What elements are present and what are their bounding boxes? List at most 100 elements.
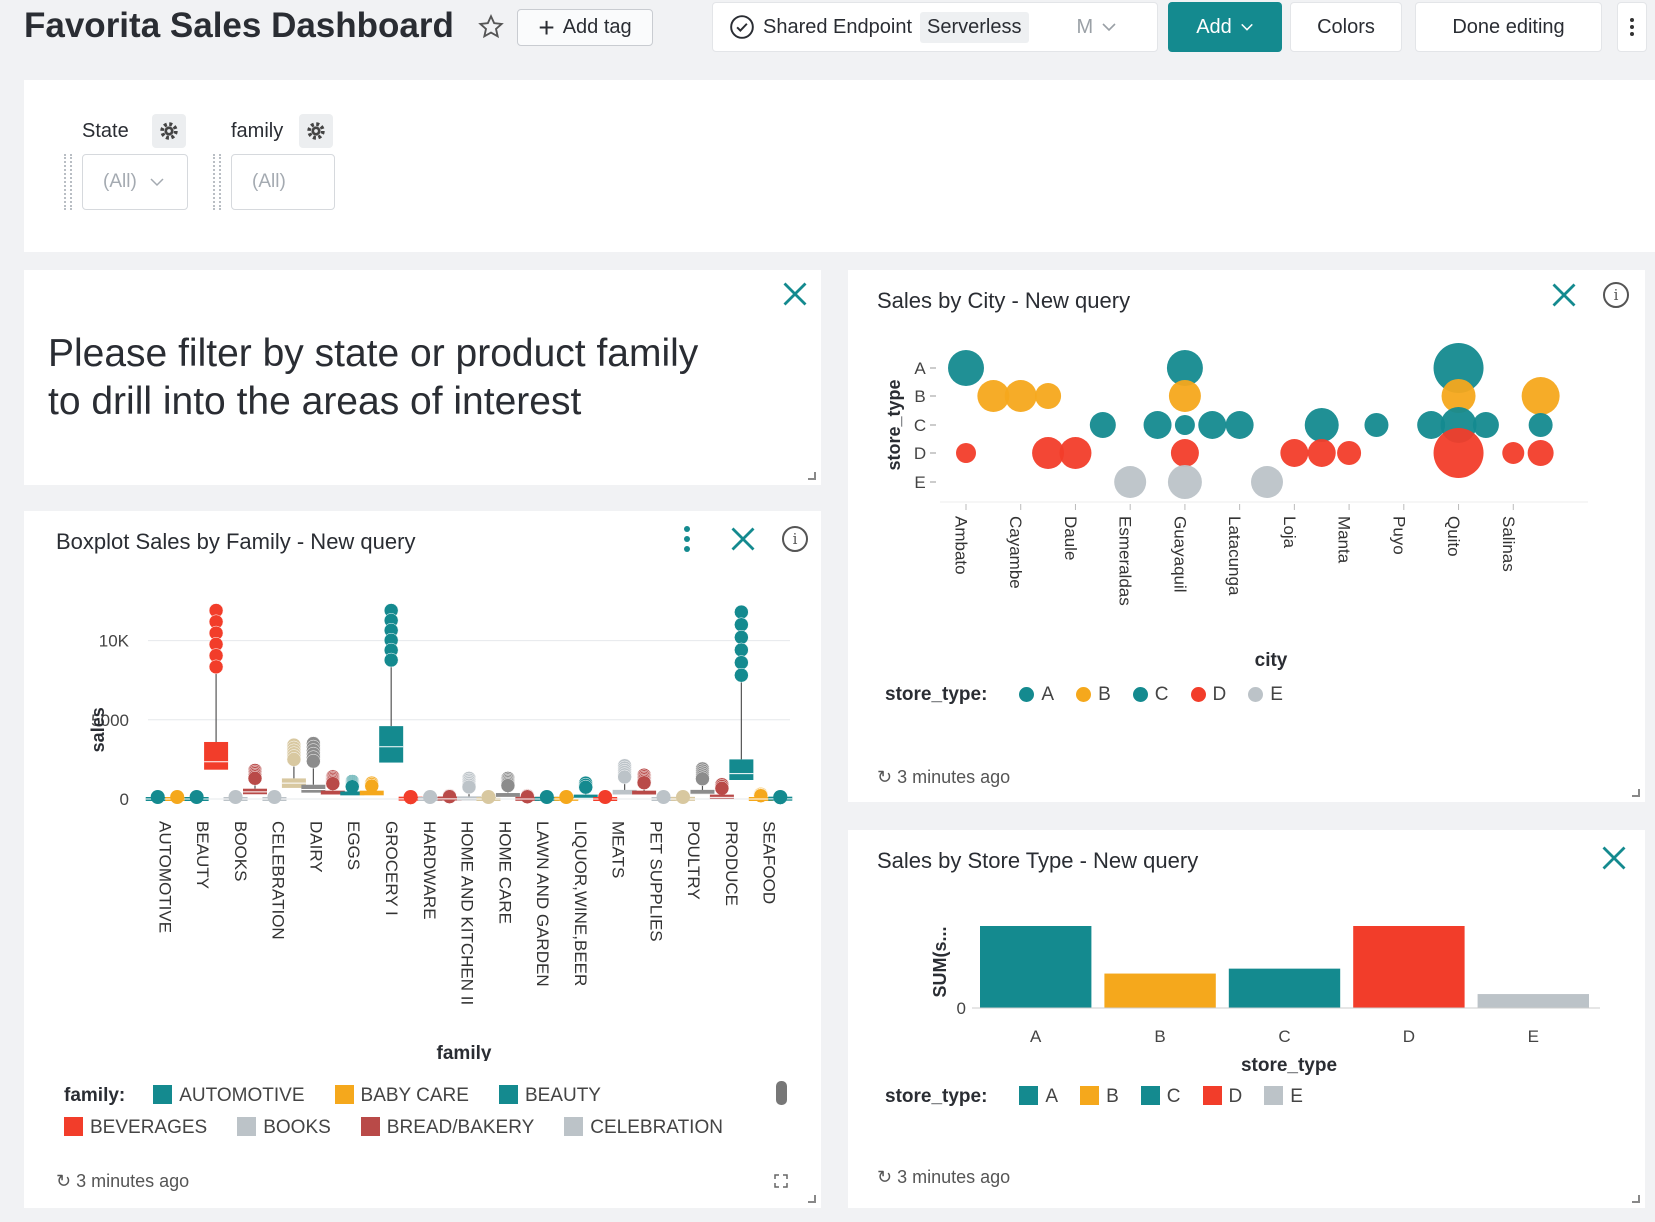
family-filter-select[interactable]: (All) <box>231 154 335 210</box>
resize-handle[interactable] <box>808 472 816 480</box>
city-legend: store_type: A B C D E <box>885 684 1283 706</box>
filters-panel: State (All) family (All) <box>24 80 1655 252</box>
x-tick-label: B <box>1154 1027 1165 1046</box>
box-outlier <box>383 652 399 668</box>
endpoint-size: M <box>1076 15 1094 38</box>
legend-item[interactable]: E <box>1248 684 1283 706</box>
y-tick-label: B <box>914 387 925 406</box>
x-tick-label: Cayambe <box>1006 516 1025 589</box>
legend-item[interactable]: BREAD/BAKERY <box>360 1117 534 1139</box>
legend-item[interactable]: B <box>1080 1086 1119 1108</box>
legend-item[interactable]: BOOKS <box>237 1117 331 1139</box>
box-iqr <box>379 726 404 763</box>
x-tick-label: AUTOMOTIVE <box>155 821 174 933</box>
kebab-icon[interactable] <box>683 525 691 553</box>
resize-handle[interactable] <box>1632 789 1640 797</box>
state-filter-value: (All) <box>103 171 137 192</box>
resize-handle[interactable] <box>808 1195 816 1203</box>
legend-scrollbar[interactable] <box>776 1081 787 1105</box>
box-iqr <box>729 759 754 780</box>
x-tick-label: Daule <box>1061 516 1080 560</box>
x-tick-label: CELEBRATION <box>269 821 288 940</box>
legend-swatch <box>1264 1086 1284 1105</box>
star-icon[interactable] <box>477 13 505 41</box>
info-icon[interactable]: i <box>782 526 808 552</box>
city-bubble <box>1198 411 1227 439</box>
state-filter-settings[interactable] <box>152 114 186 148</box>
text-widget-line: to drill into the areas of interest <box>48 380 582 423</box>
state-filter-select[interactable]: (All) <box>82 154 188 210</box>
y-axis-title: sales <box>88 707 108 752</box>
text-widget: Please filter by state or product family… <box>24 270 821 485</box>
add-button-label: Add <box>1196 15 1232 38</box>
legend-item[interactable]: D <box>1202 1086 1242 1108</box>
box-home-and-kitchen-ii <box>457 771 481 801</box>
more-menu-button[interactable] <box>1617 2 1647 52</box>
legend-swatch <box>564 1117 584 1136</box>
city-bubble <box>1089 412 1116 438</box>
legend-item[interactable]: E <box>1264 1086 1303 1108</box>
legend-item[interactable]: BEAUTY <box>498 1085 601 1107</box>
city-bubble <box>1168 380 1201 412</box>
city-bubble <box>1364 413 1389 437</box>
close-icon[interactable] <box>729 525 757 553</box>
legend-label: BEAUTY <box>524 1085 601 1106</box>
legend-item[interactable]: BEVERAGES <box>64 1117 207 1139</box>
city-widget: Sales by City - New query i A B C D Estore_t… <box>848 270 1645 802</box>
expand-icon[interactable] <box>774 1174 788 1188</box>
x-tick-label: Puyo <box>1389 516 1408 555</box>
family-filter-settings[interactable] <box>299 114 333 148</box>
box-marker <box>423 790 438 804</box>
box-grocery-i <box>379 603 404 763</box>
city-bubble <box>1280 439 1309 467</box>
dashboard-title: Favorita Sales Dashboard <box>24 6 454 45</box>
box-beauty <box>184 790 209 804</box>
legend-item[interactable]: C <box>1140 1086 1181 1108</box>
legend-item[interactable]: D <box>1190 684 1226 706</box>
legend-item[interactable]: BABY CARE <box>334 1085 469 1107</box>
city-bubble <box>1527 440 1554 466</box>
endpoint-selector[interactable]: Shared Endpoint Serverless M <box>712 2 1158 52</box>
x-tick-label: EGGS <box>344 821 363 870</box>
box-home-and-kitchen-i <box>437 788 462 804</box>
legend-item[interactable]: A <box>1019 1086 1058 1108</box>
drag-handle[interactable] <box>213 154 221 210</box>
box-iqr <box>359 790 384 796</box>
legend-label: CELEBRATION <box>590 1117 723 1138</box>
y-tick-label: D <box>914 444 926 463</box>
box-prepared-foods <box>709 777 734 799</box>
bar-d <box>1353 926 1465 1008</box>
resize-handle[interactable] <box>1632 1195 1640 1203</box>
add-tag-label: Add tag <box>562 16 632 38</box>
legend-item[interactable]: A <box>1019 684 1054 706</box>
close-icon[interactable] <box>1550 281 1578 309</box>
updated-text: 3 minutes ago <box>897 1167 1011 1187</box>
box-home-care <box>495 771 520 798</box>
legend-swatch <box>64 1117 83 1136</box>
refresh-icon: ↻ <box>56 1171 72 1191</box>
box-marker <box>539 790 554 804</box>
colors-button[interactable]: Colors <box>1290 2 1402 52</box>
info-icon[interactable]: i <box>1603 282 1629 308</box>
close-icon[interactable] <box>1600 844 1628 872</box>
legend-item[interactable]: CELEBRATION <box>564 1117 723 1139</box>
add-tag-button[interactable]: + Add tag <box>517 9 653 46</box>
refresh-status: ↻ 3 minutes ago <box>877 1167 1010 1188</box>
legend-title: store_type: <box>885 684 988 705</box>
x-tick-label: Guayaquil <box>1170 516 1189 593</box>
legend-item[interactable]: C <box>1132 684 1169 706</box>
done-editing-button[interactable]: Done editing <box>1415 2 1602 52</box>
drag-handle[interactable] <box>64 154 72 210</box>
legend-swatch <box>1202 1086 1222 1105</box>
city-bubble <box>1521 377 1560 415</box>
y-tick-label: A <box>914 359 926 378</box>
legend-label: BOOKS <box>263 1117 331 1138</box>
add-button[interactable]: Add <box>1168 2 1282 52</box>
close-icon[interactable] <box>781 280 809 308</box>
legend-item[interactable]: B <box>1076 684 1111 706</box>
box-outlier <box>734 655 749 670</box>
legend-item[interactable]: AUTOMOTIVE <box>153 1085 305 1107</box>
legend-swatch <box>334 1085 354 1104</box>
legend-label: BABY CARE <box>360 1085 469 1106</box>
legend-marker <box>1019 687 1035 702</box>
